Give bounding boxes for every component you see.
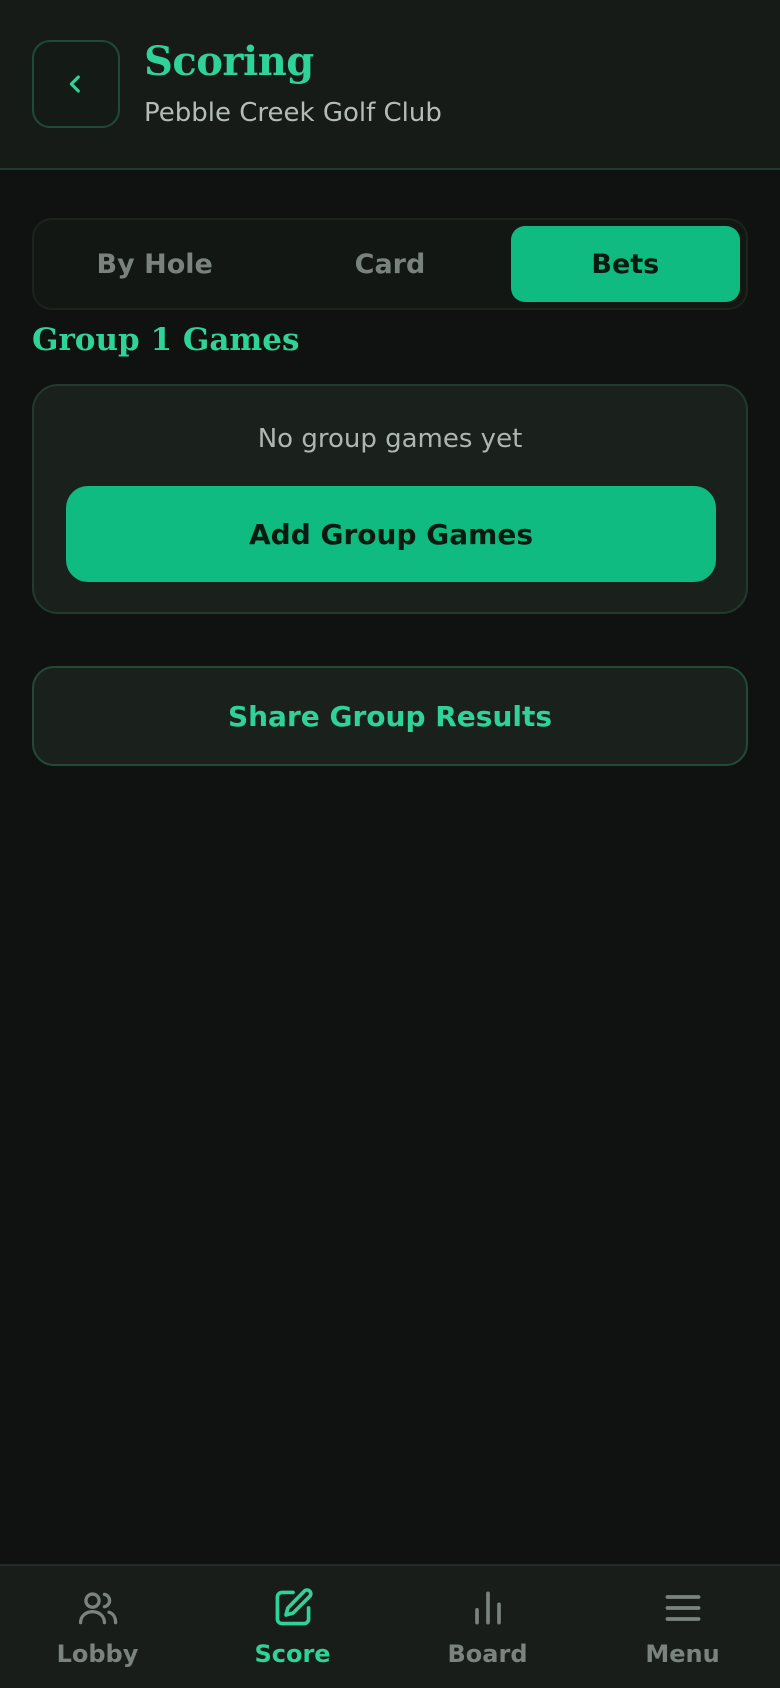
scoring-screen: Scoring Pebble Creek Golf Club By Hole C…: [0, 0, 780, 1688]
chevron-left-icon: [69, 75, 80, 93]
section-title: Group 1 Games: [32, 322, 300, 358]
back-button[interactable]: [32, 40, 120, 128]
scoring-view-tabs: By Hole Card Bets: [32, 218, 748, 310]
share-group-results-button[interactable]: Share Group Results: [32, 666, 748, 766]
add-group-games-button[interactable]: Add Group Games: [66, 486, 716, 582]
bar-chart-icon: [474, 1591, 501, 1625]
group-games-card: No group games yet Add Group Games: [32, 384, 748, 614]
edit-icon: [275, 1588, 313, 1626]
bottom-nav: Lobby Score Board Menu: [0, 1564, 780, 1688]
empty-state-text: No group games yet: [257, 424, 523, 454]
course-name: Pebble Creek Golf Club: [144, 98, 442, 128]
nav-item-board[interactable]: Board: [390, 1566, 585, 1688]
nav-label-menu: Menu: [645, 1640, 720, 1668]
menu-icon: [665, 1595, 700, 1621]
page-title: Scoring: [144, 38, 314, 85]
nav-item-menu[interactable]: Menu: [585, 1566, 780, 1688]
tab-by-hole[interactable]: By Hole: [40, 226, 269, 302]
nav-label-score: Score: [254, 1640, 331, 1668]
nav-item-score[interactable]: Score: [195, 1566, 390, 1688]
tab-card[interactable]: Card: [275, 226, 504, 302]
header: Scoring Pebble Creek Golf Club: [0, 0, 780, 170]
nav-label-board: Board: [447, 1640, 528, 1668]
nav-item-lobby[interactable]: Lobby: [0, 1566, 195, 1688]
nav-label-lobby: Lobby: [56, 1640, 139, 1668]
tab-bets[interactable]: Bets: [510, 226, 740, 302]
users-icon: [78, 1592, 117, 1625]
